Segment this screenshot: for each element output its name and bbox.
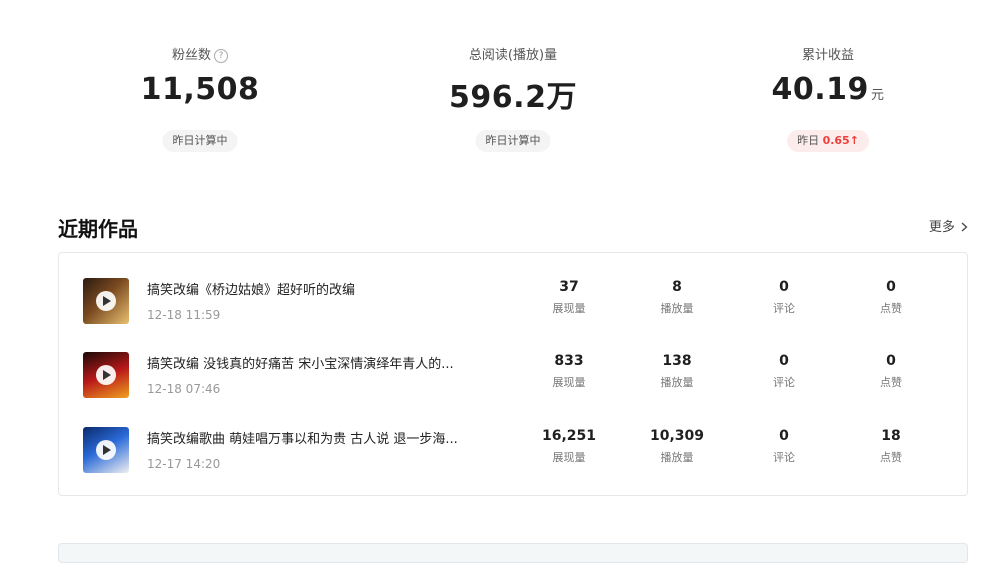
fans-badge: 昨日计算中: [162, 130, 238, 152]
likes-label: 点赞: [880, 302, 902, 315]
help-icon[interactable]: ?: [214, 49, 228, 63]
comments-value: 0: [779, 353, 789, 369]
reads-value: 596.2万: [449, 80, 577, 115]
work-row[interactable]: 搞笑改编 没钱真的好痛苦 宋小宝深情演绎年青人的... 12-18 07:46 …: [59, 327, 969, 398]
likes-value: 0: [886, 279, 896, 295]
impressions-value: 833: [554, 353, 584, 369]
likes-label: 点赞: [880, 451, 902, 464]
reads-badge: 昨日计算中: [475, 130, 551, 152]
impressions-label: 展现量: [552, 302, 586, 315]
work-title[interactable]: 搞笑改编歌曲 萌娃唱万事以和为贵 古人说 退一步海...: [147, 428, 458, 447]
play-icon: [96, 291, 116, 311]
impressions-label: 展现量: [552, 451, 586, 464]
video-thumbnail[interactable]: [83, 278, 129, 324]
play-icon: [96, 365, 116, 385]
likes-label: 点赞: [880, 376, 902, 389]
work-title[interactable]: 搞笑改编 没钱真的好痛苦 宋小宝深情演绎年青人的...: [147, 353, 454, 372]
comments-value: 0: [779, 279, 789, 295]
recent-works-card: 搞笑改编《桥边姑娘》超好听的改编 12-18 11:59 37 展现量 8 播放…: [58, 252, 968, 496]
likes-value: 18: [881, 428, 901, 444]
play-icon: [96, 440, 116, 460]
fans-value: 11,508: [140, 72, 260, 107]
video-thumbnail[interactable]: [83, 427, 129, 473]
likes-value: 0: [886, 353, 896, 369]
work-title[interactable]: 搞笑改编《桥边姑娘》超好听的改编: [147, 279, 355, 298]
work-time: 12-17 14:20: [147, 457, 221, 471]
plays-label: 播放量: [660, 376, 694, 389]
plays-label: 播放量: [660, 302, 694, 315]
comments-label: 评论: [773, 451, 795, 464]
comments-value: 0: [779, 428, 789, 444]
work-time: 12-18 07:46: [147, 382, 221, 396]
reads-label: 总阅读(播放)量: [468, 48, 558, 63]
impressions-label: 展现量: [552, 376, 586, 389]
stats-panel: 粉丝数? 11,508 昨日计算中 总阅读(播放)量 596.2万 昨日计算中 …: [0, 0, 1000, 180]
section-title: 近期作品: [58, 217, 138, 241]
impressions-value: 37: [559, 279, 579, 295]
work-time: 12-18 11:59: [147, 308, 221, 322]
more-link[interactable]: 更多: [929, 216, 968, 235]
income-value: 40.19: [771, 72, 869, 107]
work-row[interactable]: 搞笑改编《桥边姑娘》超好听的改编 12-18 11:59 37 展现量 8 播放…: [59, 253, 969, 324]
video-thumbnail[interactable]: [83, 352, 129, 398]
plays-value: 10,309: [649, 428, 705, 444]
income-unit: 元: [870, 88, 885, 103]
chevron-right-icon: [961, 222, 968, 232]
income-badge: 昨日 0.65↑: [787, 130, 869, 152]
comments-label: 评论: [773, 302, 795, 315]
arrow-up-icon: ↑: [849, 134, 859, 147]
fans-label: 粉丝数: [171, 48, 211, 63]
plays-value: 138: [662, 353, 692, 369]
banner-card[interactable]: [58, 543, 968, 563]
plays-value: 8: [672, 279, 682, 295]
plays-label: 播放量: [660, 451, 694, 464]
work-row[interactable]: 搞笑改编歌曲 萌娃唱万事以和为贵 古人说 退一步海... 12-17 14:20…: [59, 402, 969, 473]
comments-label: 评论: [773, 376, 795, 389]
income-label: 累计收益: [801, 48, 854, 63]
income-yesterday-value: 0.65: [822, 134, 850, 147]
impressions-value: 16,251: [541, 428, 597, 444]
